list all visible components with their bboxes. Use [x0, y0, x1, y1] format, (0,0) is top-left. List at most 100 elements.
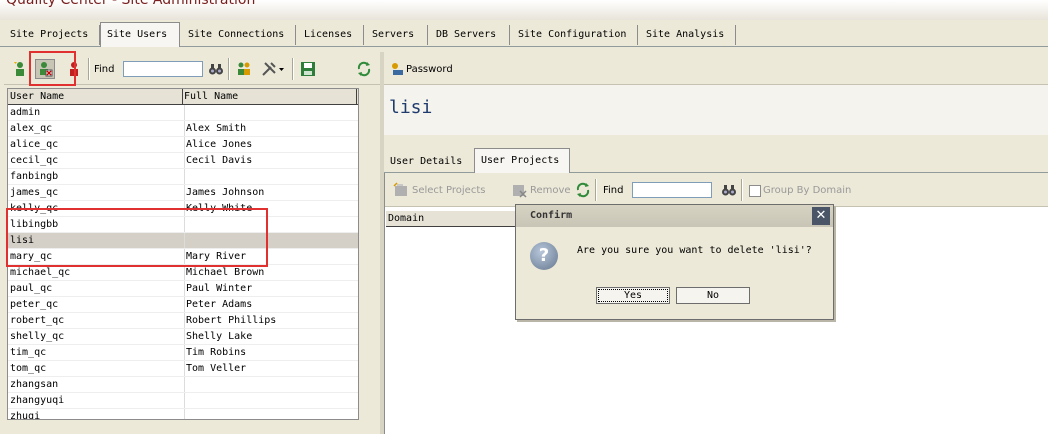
- cell-user-name: michael_qc: [8, 265, 185, 280]
- cell-full-name: Alice Jones: [186, 139, 253, 150]
- users-group-icon: [238, 62, 250, 75]
- window-title: Quality Center - Site Administration: [6, 0, 256, 8]
- cell-full-name: Paul Winter: [186, 283, 253, 294]
- cell-user-name: fanbingb: [8, 169, 185, 184]
- tab-site-projects[interactable]: Site Projects: [4, 25, 100, 45]
- table-row[interactable]: tom_qc Tom Veller: [8, 361, 358, 377]
- tab-site-configuration[interactable]: Site Configuration: [512, 25, 638, 45]
- cell-full-name: [184, 377, 356, 392]
- close-icon[interactable]: ✕: [812, 207, 830, 225]
- column-user-name[interactable]: User Name: [8, 89, 183, 104]
- table-row[interactable]: fanbingb: [8, 169, 358, 185]
- column-full-name[interactable]: Full Name: [182, 89, 357, 104]
- find-project-button[interactable]: [719, 180, 739, 200]
- table-row[interactable]: kelly_qc Kelly White: [8, 201, 358, 217]
- cell-full-name: Kelly White: [186, 203, 253, 214]
- table-row[interactable]: lisi: [8, 233, 358, 249]
- user-properties-button[interactable]: [64, 59, 84, 79]
- table-row[interactable]: james_qc James Johnson: [8, 185, 358, 201]
- save-button[interactable]: [298, 59, 318, 79]
- user-red-icon: [70, 62, 78, 76]
- users-grid-header: User Name Full Name: [8, 89, 358, 105]
- new-user-icon: [14, 62, 24, 76]
- table-row[interactable]: mary_qc Mary River: [8, 249, 358, 265]
- delete-user-button[interactable]: [35, 59, 55, 79]
- tab-servers[interactable]: Servers: [366, 25, 428, 45]
- cell-full-name: Shelly Lake: [186, 331, 253, 342]
- tab-licenses[interactable]: Licenses: [298, 25, 364, 45]
- select-projects-icon-wrap: [391, 180, 411, 200]
- cell-user-name: peter_qc: [8, 297, 185, 312]
- tools-icon: [262, 62, 284, 76]
- cell-user-name: mary_qc: [8, 249, 185, 264]
- binoculars-icon: [722, 185, 736, 196]
- table-row[interactable]: zhangsan: [8, 377, 358, 393]
- user-groups-button[interactable]: [234, 59, 254, 79]
- table-row[interactable]: peter_qc Peter Adams: [8, 297, 358, 313]
- find-project-input[interactable]: [632, 182, 712, 198]
- tab-user-details[interactable]: User Details: [384, 151, 472, 172]
- cell-full-name: Robert Phillips: [186, 315, 277, 326]
- refresh-projects-button[interactable]: [573, 180, 593, 200]
- new-user-button[interactable]: [10, 59, 30, 79]
- cell-full-name: Michael Brown: [186, 267, 265, 278]
- table-row[interactable]: admin: [8, 105, 358, 121]
- password-button[interactable]: Password: [406, 64, 453, 75]
- refresh-icon: [357, 61, 371, 77]
- table-row[interactable]: tim_qc Tim Robins: [8, 345, 358, 361]
- cell-full-name: Peter Adams: [186, 299, 253, 310]
- table-row[interactable]: paul_qc Paul Winter: [8, 281, 358, 297]
- main-tab-bar: Site Projects Site Users Site Connection…: [0, 20, 1048, 47]
- no-button[interactable]: No: [676, 287, 750, 304]
- table-row[interactable]: zhangyuqi: [8, 393, 358, 409]
- table-row[interactable]: zhuqi: [8, 409, 358, 419]
- tools-dropdown-button[interactable]: [260, 59, 286, 79]
- users-toolbar: Find: [4, 54, 380, 85]
- binoculars-icon: [209, 64, 223, 75]
- tab-site-analysis[interactable]: Site Analysis: [640, 25, 736, 45]
- dialog-title: Confirm: [516, 205, 833, 227]
- table-row[interactable]: michael_qc Michael Brown: [8, 265, 358, 281]
- cell-user-name: tom_qc: [8, 361, 185, 376]
- cell-user-name: zhangsan: [8, 377, 185, 392]
- table-row[interactable]: cecil_qc Cecil Davis: [8, 153, 358, 169]
- group-by-domain-checkbox[interactable]: [749, 185, 761, 197]
- cell-user-name: tim_qc: [8, 345, 185, 360]
- find-button[interactable]: [206, 59, 226, 79]
- cell-full-name: Tom Veller: [186, 363, 247, 374]
- user-title: lisi: [389, 97, 433, 118]
- cell-user-name: paul_qc: [8, 281, 185, 296]
- table-row[interactable]: robert_qc Robert Phillips: [8, 313, 358, 329]
- cell-user-name: cecil_qc: [8, 153, 185, 168]
- table-row[interactable]: alex_qc Alex Smith: [8, 121, 358, 137]
- tab-site-connections[interactable]: Site Connections: [182, 25, 296, 45]
- group-by-domain-label: Group By Domain: [763, 185, 852, 196]
- cell-user-name: shelly_qc: [8, 329, 185, 344]
- user-header: lisi: [384, 85, 1048, 135]
- user-subtab-bar: User Details User Projects: [384, 148, 1048, 173]
- tab-user-projects[interactable]: User Projects: [474, 148, 570, 173]
- cell-user-name: alex_qc: [8, 121, 185, 136]
- cell-user-name: zhuqi: [8, 409, 185, 419]
- find-user-input[interactable]: [123, 61, 203, 77]
- remove-button[interactable]: Remove: [530, 185, 571, 196]
- table-row[interactable]: libingbb: [8, 217, 358, 233]
- user-projects-toolbar: Select Projects Remove Find Group By Dom…: [385, 173, 1048, 207]
- yes-button[interactable]: Yes: [596, 287, 670, 304]
- select-projects-button[interactable]: Select Projects: [412, 185, 485, 196]
- table-row[interactable]: alice_qc Alice Jones: [8, 137, 358, 153]
- select-projects-icon: [393, 182, 407, 196]
- tab-db-servers[interactable]: DB Servers: [430, 25, 510, 45]
- refresh-button[interactable]: [354, 59, 374, 79]
- cell-user-name: zhangyuqi: [8, 393, 185, 408]
- cell-user-name: libingbb: [8, 217, 185, 232]
- cell-full-name: [184, 169, 356, 184]
- users-grid: User Name Full Name admin alex_qc Alex Smi…: [7, 88, 359, 420]
- password-icon: [392, 63, 403, 75]
- column-domain[interactable]: Domain: [386, 211, 523, 227]
- cell-user-name: alice_qc: [8, 137, 185, 152]
- table-row[interactable]: shelly_qc Shelly Lake: [8, 329, 358, 345]
- users-grid-body: admin alex_qc Alex Smith alice_qc Alice Jone…: [8, 105, 358, 419]
- cell-full-name: James Johnson: [186, 187, 265, 198]
- tab-site-users[interactable]: Site Users: [100, 22, 180, 47]
